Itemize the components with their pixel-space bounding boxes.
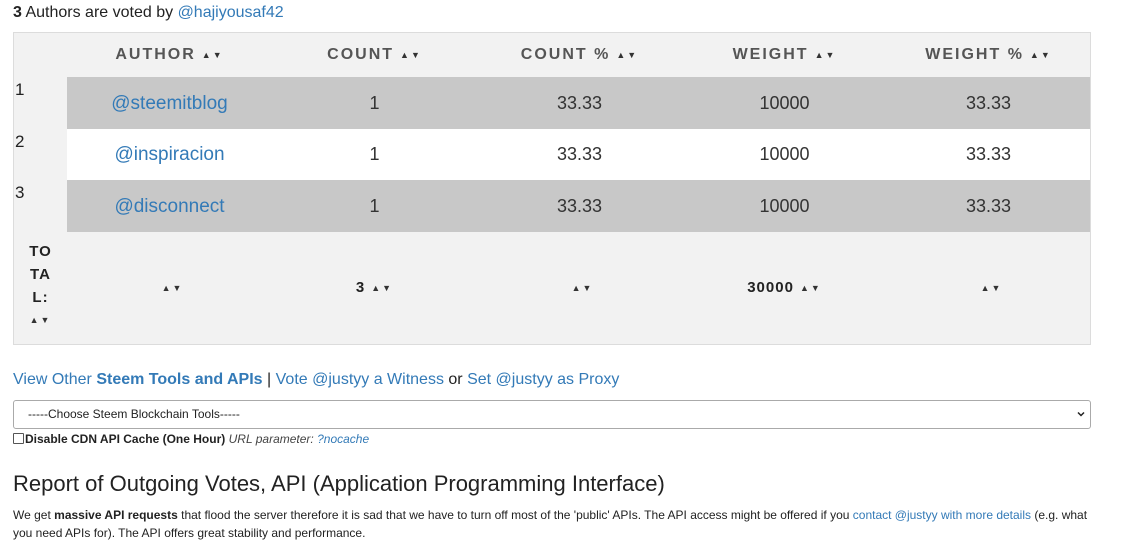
sort-icon: ▲▼	[161, 283, 184, 294]
total-weight[interactable]: 30000 ▲▼	[682, 232, 887, 344]
tools-links: View Other Steem Tools and APIs | Vote @…	[13, 371, 619, 389]
author-cell: @disconnect	[67, 180, 272, 233]
summary-text: Authors are voted by	[25, 4, 174, 21]
weight-cell: 10000	[759, 196, 810, 216]
sort-icon: ▲▼	[400, 50, 422, 60]
table-row: 2 @inspiracion 1 33.33 10000 33.33	[14, 129, 1090, 180]
sort-icon: ▲▼	[980, 283, 1003, 294]
sort-icon: ▲▼	[814, 50, 837, 60]
view-other-tools-link[interactable]: View Other Steem Tools and APIs	[13, 371, 263, 388]
table-row: 3 @disconnect 1 33.33 10000 33.33	[14, 180, 1090, 232]
sort-icon: ▲▼	[371, 283, 394, 294]
api-notice: We get massive API requests that flood t…	[13, 508, 1088, 540]
header-count[interactable]: COUNT ▲▼	[272, 33, 477, 77]
table-header-row: AUTHOR ▲▼ COUNT ▲▼ COUNT % ▲▼ WEIGHT ▲▼ WEIG…	[14, 33, 1090, 77]
nocache-link[interactable]: ?nocache	[317, 432, 369, 446]
table-row: 1 @steemitblog 1 33.33 10000 33.33	[14, 77, 1090, 129]
table-footer-row: TO TA L: ▲▼ ▲▼ 3 ▲▼ ▲▼ 30000 ▲▼ ▲▼	[14, 232, 1090, 344]
total-author[interactable]: ▲▼	[67, 232, 272, 344]
tools-select-value: -----Choose Steem Blockchain Tools-----	[28, 407, 240, 421]
total-weight-pct[interactable]: ▲▼	[887, 232, 1090, 344]
voter-link[interactable]: @hajiyousaf42	[178, 4, 284, 21]
author-count: 3	[13, 4, 22, 21]
tools-select[interactable]: -----Choose Steem Blockchain Tools-----	[13, 400, 1091, 429]
sort-icon: ▲▼	[616, 50, 639, 60]
author-link[interactable]: @inspiracion	[114, 144, 224, 165]
weight-pct-cell: 33.33	[965, 144, 1012, 164]
count-cell: 1	[369, 196, 380, 216]
count-pct-cell: 33.33	[556, 144, 603, 164]
header-weight[interactable]: WEIGHT ▲▼	[682, 33, 887, 77]
summary-line: 3 Authors are voted by @hajiyousaf42	[13, 4, 284, 22]
header-weight-pct[interactable]: WEIGHT % ▲▼	[887, 33, 1090, 77]
disable-cdn-checkbox[interactable]	[13, 433, 24, 444]
sort-icon: ▲▼	[29, 315, 52, 325]
weight-cell: 10000	[759, 144, 810, 164]
total-label[interactable]: TO TA L: ▲▼	[14, 240, 67, 332]
contact-link[interactable]: contact @justyy with more details	[853, 508, 1031, 522]
count-pct-cell: 33.33	[556, 196, 603, 216]
cdn-cache-option: Disable CDN API Cache (One Hour) URL par…	[13, 432, 369, 446]
or-text: or	[448, 371, 463, 388]
total-count-pct[interactable]: ▲▼	[477, 232, 682, 344]
total-count[interactable]: 3 ▲▼	[272, 232, 477, 344]
row-index: 3	[15, 183, 25, 202]
author-link[interactable]: @steemitblog	[111, 93, 227, 114]
sort-icon: ▲▼	[1029, 50, 1052, 60]
count-cell: 1	[369, 93, 380, 113]
author-cell: @steemitblog	[67, 77, 272, 130]
author-link[interactable]: @disconnect	[114, 196, 224, 217]
count-pct-cell: 33.33	[556, 93, 603, 113]
sort-icon: ▲▼	[201, 50, 224, 60]
row-index: 2	[15, 132, 25, 151]
header-author[interactable]: AUTHOR ▲▼	[67, 33, 272, 77]
weight-pct-cell: 33.33	[965, 196, 1012, 216]
vote-witness-link[interactable]: Vote @justyy a Witness	[276, 371, 444, 388]
row-index: 1	[15, 80, 25, 99]
report-title: Report of Outgoing Votes, API (Applicati…	[13, 471, 665, 496]
set-proxy-link[interactable]: Set @justyy as Proxy	[467, 371, 619, 388]
cdn-label: Disable CDN API Cache (One Hour)	[25, 432, 226, 446]
weight-pct-cell: 33.33	[965, 93, 1012, 113]
url-param-label: URL parameter:	[228, 432, 314, 446]
weight-cell: 10000	[759, 93, 810, 113]
votes-table: AUTHOR ▲▼ COUNT ▲▼ COUNT % ▲▼ WEIGHT ▲▼ WEIG…	[13, 32, 1091, 345]
sort-icon: ▲▼	[799, 283, 822, 294]
author-cell: @inspiracion	[67, 129, 272, 180]
count-cell: 1	[369, 144, 380, 164]
sort-icon: ▲▼	[571, 283, 594, 294]
header-count-pct[interactable]: COUNT % ▲▼	[477, 33, 682, 77]
chevron-down-icon	[1077, 411, 1085, 417]
separator: |	[267, 371, 272, 388]
